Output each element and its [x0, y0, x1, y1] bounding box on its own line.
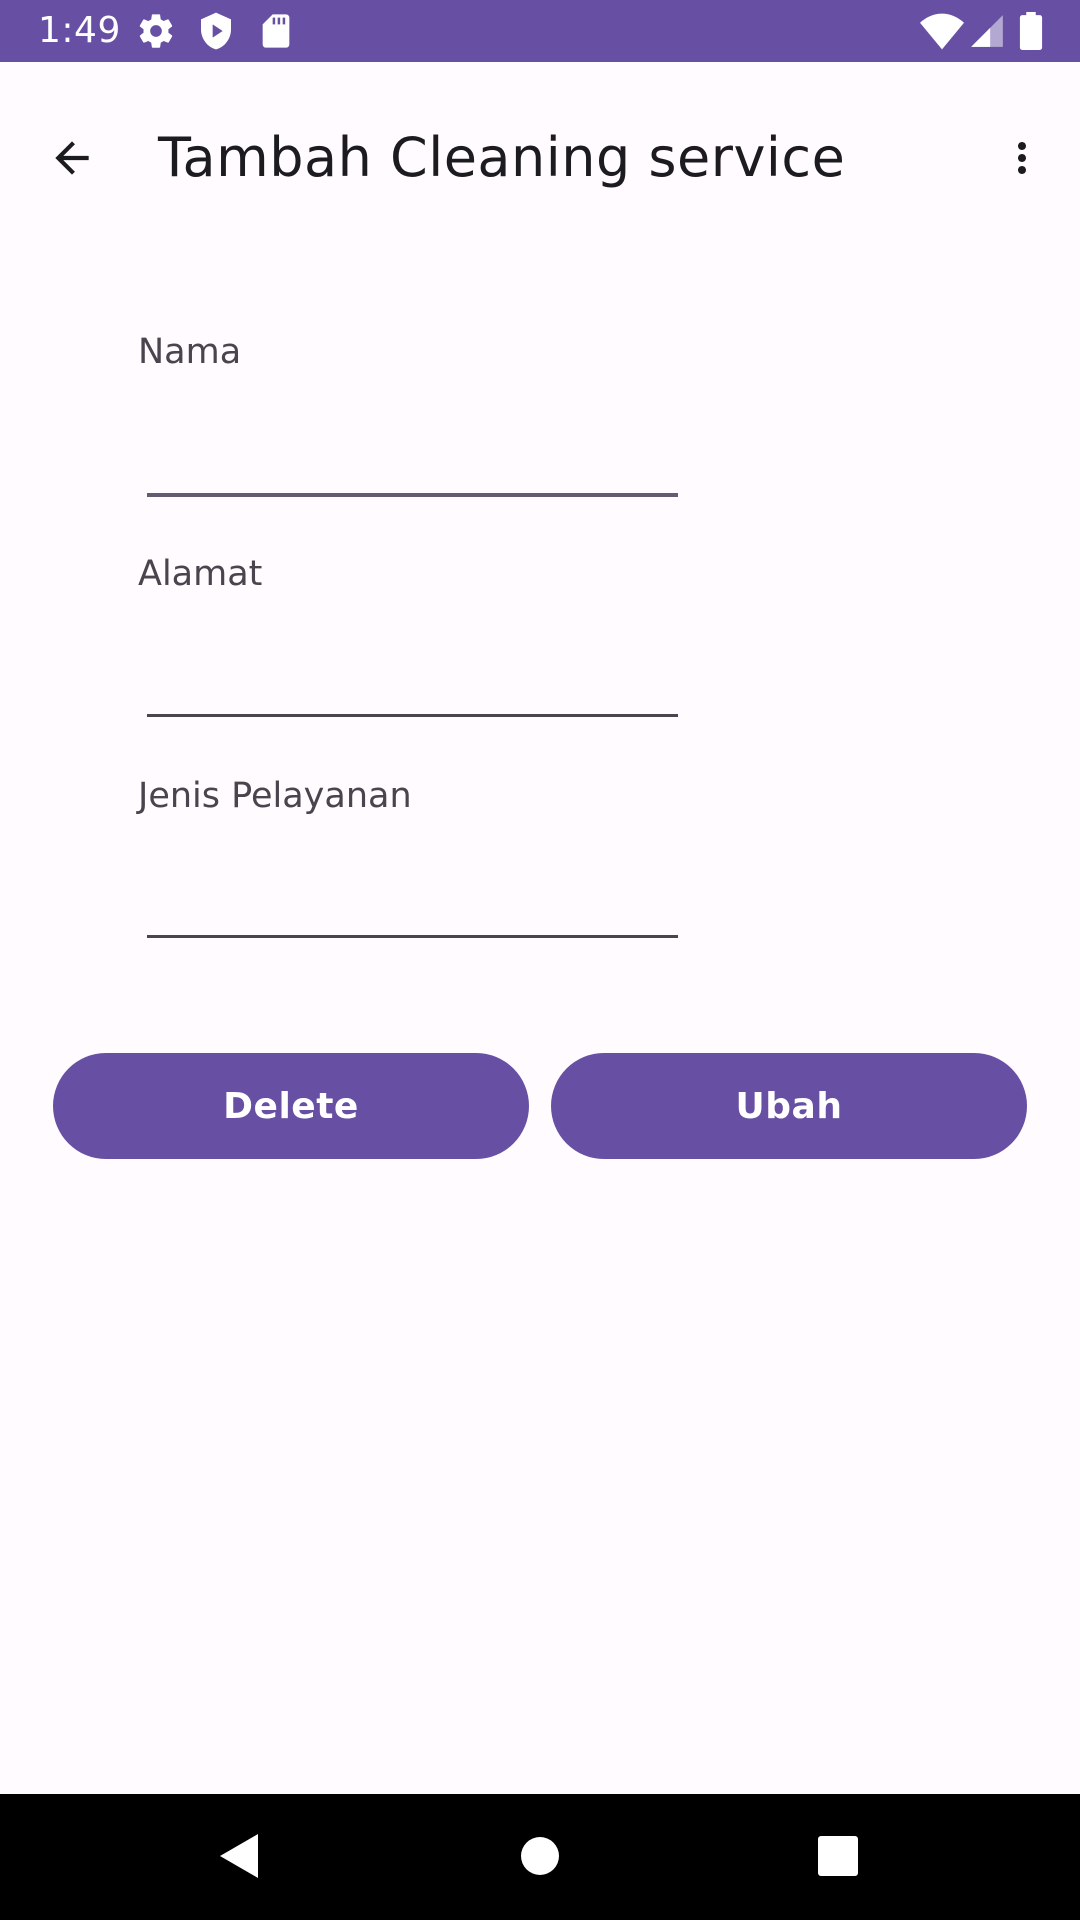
jenis-pelayanan-underline: [147, 935, 678, 938]
signal-icon: [968, 12, 1006, 55]
status-time: 1:49: [38, 10, 121, 51]
update-button[interactable]: Ubah: [551, 1053, 1027, 1159]
back-triangle-icon: [218, 1832, 262, 1885]
nama-input[interactable]: [147, 420, 678, 490]
sd-card-icon: [256, 11, 296, 56]
shield-play-icon: [196, 11, 236, 56]
jenis-pelayanan-input[interactable]: [147, 864, 678, 934]
battery-icon: [1018, 12, 1044, 55]
delete-button-label: Delete: [223, 1085, 359, 1127]
arrow-back-icon: [47, 133, 97, 188]
status-bar: 1:49: [0, 0, 1080, 62]
nav-home-button[interactable]: [500, 1818, 580, 1898]
back-button[interactable]: [28, 116, 116, 204]
system-navigation-bar: [0, 1794, 1080, 1920]
nama-underline: [147, 493, 678, 497]
delete-button[interactable]: Delete: [53, 1053, 529, 1159]
recents-square-icon: [818, 1835, 858, 1881]
alamat-input[interactable]: [147, 642, 678, 712]
alamat-underline: [147, 714, 678, 717]
update-button-label: Ubah: [735, 1085, 843, 1127]
wifi-icon: [920, 12, 964, 55]
home-circle-icon: [520, 1836, 560, 1881]
page-title: Tambah Cleaning service: [158, 126, 846, 189]
nav-back-button[interactable]: [200, 1818, 280, 1898]
jenis-pelayanan-label: Jenis Pelayanan: [138, 776, 412, 816]
alamat-label: Alamat: [138, 554, 263, 594]
gear-icon: [136, 11, 176, 56]
top-app-bar: Tambah Cleaning service: [0, 62, 1080, 238]
more-options-button[interactable]: [978, 116, 1066, 204]
more-vert-icon: [998, 134, 1046, 187]
nama-label: Nama: [138, 332, 242, 372]
nav-recents-button[interactable]: [798, 1818, 878, 1898]
